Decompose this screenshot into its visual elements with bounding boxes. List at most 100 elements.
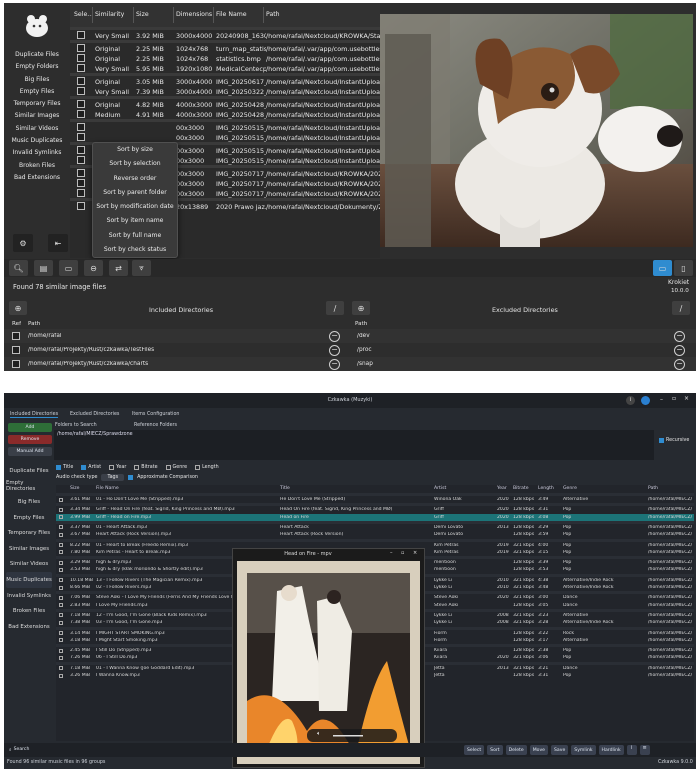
- row-checkbox[interactable]: [77, 202, 85, 210]
- filter-year-checkbox[interactable]: Year: [109, 464, 126, 470]
- chat-icon[interactable]: [641, 396, 650, 405]
- remove-excluded-button[interactable]: −: [674, 330, 685, 342]
- delete-button[interactable]: ⊖: [84, 260, 103, 276]
- about-icon[interactable]: i: [626, 396, 635, 405]
- minimize-icon[interactable]: –: [660, 396, 663, 403]
- tab-excluded-directories[interactable]: Excluded Directories: [70, 412, 119, 417]
- volume-icon[interactable]: 🔈︎: [317, 730, 321, 738]
- row-checkbox[interactable]: [77, 54, 85, 62]
- folder-path[interactable]: /home/rafal/MIECZ/Sprawdzone: [57, 432, 133, 437]
- sidebar-item-similar-videos[interactable]: Similar Videos: [4, 123, 70, 135]
- table-row[interactable]: 3.37 MiB 01 - Heart Attack.mp3 Heart Attac…: [56, 524, 694, 531]
- row-checkbox[interactable]: [77, 110, 85, 118]
- save-button[interactable]: Save: [551, 745, 569, 755]
- sidebar-item-temporary-files[interactable]: Temporary Files: [4, 98, 70, 110]
- row-checkbox[interactable]: [77, 100, 85, 108]
- sidebar-item-similar-videos[interactable]: Similar Videos: [6, 557, 52, 573]
- column-header-length[interactable]: Length: [538, 486, 554, 491]
- filter-length-checkbox[interactable]: Length: [195, 464, 219, 470]
- sidebar-item-music-duplicates[interactable]: Music Duplicates: [4, 135, 70, 147]
- filter-artist-checkbox[interactable]: Artist: [81, 464, 101, 470]
- menu-item-sort-by-modification-date[interactable]: Sort by modification date: [93, 200, 177, 214]
- row-checkbox[interactable]: [77, 156, 85, 164]
- row-checkbox[interactable]: [77, 189, 85, 197]
- remove-folder-button[interactable]: Remove: [8, 435, 52, 444]
- sidebar-item-invalid-symlinks[interactable]: Invalid Symlinks: [6, 588, 52, 604]
- menu-item-sort-by-selection[interactable]: Sort by selection: [93, 157, 177, 171]
- sidebar-item-empty-files[interactable]: Empty Files: [4, 86, 70, 98]
- settings-button[interactable]: ⚙: [13, 234, 33, 252]
- remove-excluded-button[interactable]: −: [674, 358, 685, 370]
- table-row[interactable]: Original 4.82 MiB 4000x3000IMG_20250428_..…: [70, 99, 380, 109]
- sidebar-item-empty-directories[interactable]: Empty Directories: [6, 479, 52, 495]
- filter-bitrate-checkbox[interactable]: Bitrate: [134, 464, 158, 470]
- filter-title-checkbox[interactable]: Title: [56, 464, 73, 470]
- column-divider[interactable]: [133, 7, 134, 23]
- table-row[interactable]: Very Small 5.95 MiB 1920x1080 MedicalCentec…: [70, 63, 380, 73]
- excluded-dir-row[interactable]: /dev −: [350, 329, 696, 343]
- search-button[interactable]: 🔍︎: [9, 260, 28, 276]
- maximize-icon[interactable]: ▫: [672, 395, 676, 402]
- excluded-dir-row[interactable]: /snap −: [350, 357, 696, 371]
- hardlink-button[interactable]: Hardlink: [598, 745, 624, 755]
- select-button[interactable]: Select: [464, 745, 485, 755]
- column-divider[interactable]: [173, 7, 174, 23]
- row-checkbox[interactable]: [59, 585, 63, 590]
- row-checkbox[interactable]: [59, 631, 63, 635]
- move-button[interactable]: Move: [529, 745, 549, 755]
- tab-included-directories[interactable]: Included Directories: [10, 412, 59, 418]
- player-maximize-icon[interactable]: ▫: [401, 550, 404, 556]
- row-checkbox[interactable]: [59, 560, 63, 565]
- remove-included-button[interactable]: −: [329, 344, 340, 356]
- table-row[interactable]: 3.34 MiB Griff - Head On Fire (feat. Sigr…: [56, 506, 694, 513]
- column-header-file-name[interactable]: File Name: [96, 486, 119, 491]
- sidebar-item-temporary-files[interactable]: Temporary Files: [6, 525, 52, 541]
- sidebar-item-empty-folders[interactable]: Empty Folders: [4, 61, 70, 73]
- table-row[interactable]: Medium 4.91 MiB 4000x3000IMG_20250428_.../…: [70, 109, 380, 119]
- close-icon[interactable]: ×: [684, 395, 689, 402]
- column-header-sele[interactable]: Sele...: [74, 11, 93, 18]
- search-button[interactable]: ⌕ Search: [6, 745, 32, 754]
- menu-item-sort-by-parent-folder[interactable]: Sort by parent folder: [93, 186, 177, 200]
- included-dir-row[interactable]: /home/rafal/Projekty/Rust/czkawka/TestFi…: [4, 343, 350, 357]
- row-checkbox[interactable]: [77, 123, 85, 131]
- sidebar-item-big-files[interactable]: Big Files: [6, 494, 52, 510]
- sidebar-item-music-duplicates[interactable]: Music Duplicates: [6, 572, 52, 588]
- column-header-artist[interactable]: Artist: [434, 486, 446, 491]
- row-checkbox[interactable]: [59, 595, 63, 600]
- sidebar-item-similar-images[interactable]: Similar Images: [4, 110, 70, 122]
- table-row[interactable]: 00x3000 IMG_20250515_.../home/rafal/Nextc…: [70, 122, 380, 132]
- row-checkbox[interactable]: [77, 77, 85, 85]
- column-header-file-name[interactable]: File Name: [216, 11, 247, 18]
- sidebar-item-broken-files[interactable]: Broken Files: [4, 160, 70, 172]
- sidebar-item-big-files[interactable]: Big Files: [4, 74, 70, 86]
- sidebar-item-duplicate-files[interactable]: Duplicate Files: [4, 49, 70, 61]
- table-row[interactable]: 3.67 MiB Heart Attack (Rock Version).mp3 H…: [56, 531, 694, 538]
- column-divider[interactable]: [213, 7, 214, 23]
- included-dir-row[interactable]: /home/rafal/Projekty/Rust/czkawka/charts…: [4, 357, 350, 371]
- remove-included-button[interactable]: −: [329, 358, 340, 370]
- row-checkbox[interactable]: [59, 567, 63, 572]
- column-header-year[interactable]: Year: [497, 486, 507, 491]
- row-checkbox[interactable]: [59, 603, 63, 608]
- symlink-button[interactable]: Symlink: [571, 745, 596, 755]
- table-row[interactable]: Very Small 7.39 MiB 3000x4000IMG_20250322_…: [70, 86, 380, 96]
- table-row[interactable]: 00x3000 IMG_20250515_.../home/rafal/Nextc…: [70, 132, 380, 142]
- excluded-dir-row[interactable]: /proc −: [350, 343, 696, 357]
- directories-toggle-button[interactable]: ▭: [653, 260, 672, 276]
- approximate-checkbox[interactable]: Approximate Comparison: [137, 475, 198, 480]
- move-button[interactable]: ⇄: [109, 260, 128, 276]
- player-close-icon[interactable]: ×: [413, 550, 417, 556]
- column-header-size[interactable]: Size: [136, 11, 149, 18]
- row-checkbox[interactable]: [77, 133, 85, 141]
- column-header-similarity[interactable]: Similarity: [95, 11, 124, 18]
- row-checkbox[interactable]: [77, 169, 85, 177]
- reference-checkbox[interactable]: [12, 332, 20, 340]
- row-checkbox[interactable]: [59, 515, 63, 520]
- row-checkbox[interactable]: [59, 525, 63, 530]
- column-header-size[interactable]: Size: [70, 486, 79, 491]
- row-checkbox[interactable]: [77, 44, 85, 52]
- sidebar-item-similar-images[interactable]: Similar Images: [6, 541, 52, 557]
- row-checkbox[interactable]: [77, 64, 85, 72]
- column-header-path[interactable]: Path: [266, 11, 280, 18]
